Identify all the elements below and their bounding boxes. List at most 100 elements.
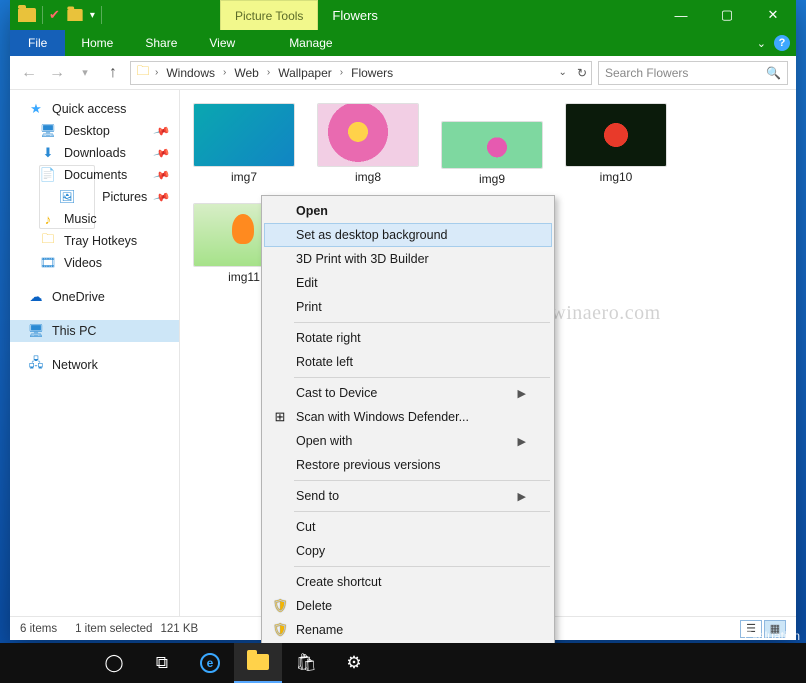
manage-tab[interactable]: Manage	[273, 30, 348, 56]
sidebar-item-pictures[interactable]: 🖼Pictures📌	[10, 186, 179, 208]
sidebar-label: OneDrive	[52, 290, 105, 304]
ctx-create-shortcut[interactable]: Create shortcut	[264, 570, 552, 594]
ctx-rename[interactable]: 🛡Rename	[264, 618, 552, 642]
ctx-copy[interactable]: Copy	[264, 539, 552, 563]
sidebar-quick-access[interactable]: ★Quick access	[10, 98, 179, 120]
file-item[interactable]: img8	[314, 104, 422, 186]
address-actions: ⌄ ↻	[559, 66, 587, 80]
file-tab[interactable]: File	[10, 30, 65, 56]
thumbnail-img9	[442, 122, 542, 168]
ctx-edit[interactable]: Edit	[264, 271, 552, 295]
file-item[interactable]: img7	[190, 104, 298, 186]
explorer-taskbar-button[interactable]	[234, 643, 282, 683]
ctx-rotate-right[interactable]: Rotate right	[264, 326, 552, 350]
sidebar-item-music[interactable]: ♪Music	[10, 208, 179, 230]
sidebar-item-videos[interactable]: 🎞Videos	[10, 252, 179, 274]
pin-icon: 📌	[153, 188, 171, 206]
breadcrumb-segment[interactable]: Windows	[162, 66, 219, 80]
ctx-delete[interactable]: 🛡Delete	[264, 594, 552, 618]
sidebar-item-tray-hotkeys[interactable]: 🗀 Tray Hotkeys	[10, 230, 179, 252]
task-view-button[interactable]: ⧉	[138, 643, 186, 683]
back-button[interactable]: ←	[18, 64, 40, 82]
desktop-icon: 🖥	[40, 123, 56, 139]
thumbnail-img8	[318, 104, 418, 166]
chevron-right-icon[interactable]: ›	[153, 67, 160, 78]
search-placeholder: Search Flowers	[605, 66, 688, 80]
ctx-label: Delete	[296, 599, 332, 613]
ctx-set-desktop-background[interactable]: Set as desktop background	[264, 223, 552, 247]
ctx-open-with[interactable]: Open with▶	[264, 429, 552, 453]
cortana-button[interactable]: ◯	[90, 643, 138, 683]
ctx-label: Copy	[296, 544, 325, 558]
network-icon: 🖧	[28, 357, 44, 373]
ctx-label: Rotate right	[296, 331, 361, 345]
videos-icon: 🎞	[40, 255, 56, 271]
edge-icon: e	[200, 653, 220, 673]
expand-ribbon-icon[interactable]: ⌄	[757, 37, 766, 50]
ctx-label: Rotate left	[296, 355, 353, 369]
address-bar[interactable]: 🗀 › Windows › Web › Wallpaper › Flowers …	[130, 61, 592, 85]
close-button[interactable]: ✕	[750, 0, 796, 30]
ctx-send-to[interactable]: Send to▶	[264, 484, 552, 508]
onedrive-icon: ☁	[28, 289, 44, 305]
qat-dropdown-icon[interactable]: ▾	[90, 10, 95, 21]
refresh-icon[interactable]: ↻	[577, 66, 587, 80]
thumbnail-img7	[194, 104, 294, 166]
sidebar-onedrive[interactable]: ☁ OneDrive	[10, 286, 179, 308]
chevron-right-icon[interactable]: ›	[265, 67, 272, 78]
chevron-right-icon[interactable]: ›	[221, 67, 228, 78]
ctx-cut[interactable]: Cut	[264, 515, 552, 539]
ctx-cast-to-device[interactable]: Cast to Device▶	[264, 381, 552, 405]
settings-button[interactable]: ⚙	[330, 643, 378, 683]
pin-icon: 📌	[153, 144, 171, 162]
separator	[294, 511, 550, 512]
sidebar-network[interactable]: 🖧Network	[10, 354, 179, 376]
edge-button[interactable]: e	[186, 643, 234, 683]
home-tab[interactable]: Home	[65, 30, 129, 56]
ctx-scan-defender[interactable]: ⊞Scan with Windows Defender...	[264, 405, 552, 429]
ctx-rotate-left[interactable]: Rotate left	[264, 350, 552, 374]
ctx-print[interactable]: Print	[264, 295, 552, 319]
chevron-right-icon[interactable]: ›	[338, 67, 345, 78]
ctx-label: Cast to Device	[296, 386, 377, 400]
view-tab[interactable]: View	[193, 30, 251, 56]
sidebar-label: Tray Hotkeys	[64, 234, 137, 248]
recent-locations-icon[interactable]: ▾	[74, 66, 96, 79]
share-tab[interactable]: Share	[129, 30, 193, 56]
breadcrumb-segment[interactable]: Wallpaper	[274, 66, 336, 80]
separator	[294, 322, 550, 323]
up-button[interactable]: ↑	[102, 64, 124, 82]
search-input[interactable]: Search Flowers 🔍	[598, 61, 788, 85]
folder-icon: 🗀	[135, 65, 151, 81]
file-label: img10	[600, 170, 633, 184]
breadcrumb-segment[interactable]: Flowers	[347, 66, 397, 80]
maximize-button[interactable]: ▢	[704, 0, 750, 30]
sidebar-this-pc[interactable]: 🖥This PC	[10, 320, 179, 342]
folder-icon	[247, 654, 269, 670]
ctx-open[interactable]: Open	[264, 199, 552, 223]
star-icon: ★	[28, 101, 44, 117]
file-item[interactable]: img10	[562, 104, 670, 186]
file-label: img8	[355, 170, 381, 184]
sidebar-item-documents[interactable]: 📄Documents📌	[10, 164, 179, 186]
sidebar-item-desktop[interactable]: 🖥Desktop📌	[10, 120, 179, 142]
file-label: img7	[231, 170, 257, 184]
properties-icon[interactable]: ✔	[49, 7, 60, 23]
ctx-3d-print[interactable]: 3D Print with 3D Builder	[264, 247, 552, 271]
picture-tools-tab[interactable]: Picture Tools	[220, 0, 318, 30]
ctx-restore-versions[interactable]: Restore previous versions	[264, 453, 552, 477]
separator	[294, 377, 550, 378]
breadcrumb-segment[interactable]: Web	[230, 66, 262, 80]
minimize-button[interactable]: —	[658, 0, 704, 30]
file-label: img11	[228, 270, 260, 284]
new-folder-icon[interactable]	[67, 9, 82, 21]
file-item[interactable]: img9	[438, 122, 546, 186]
folder-icon: 🗀	[40, 233, 56, 249]
evaluation-watermark: Evaluation	[744, 629, 800, 643]
file-label: img9	[479, 172, 505, 186]
help-icon[interactable]: ?	[774, 35, 790, 51]
store-button[interactable]: 🛍	[282, 643, 330, 683]
locations-dropdown-icon[interactable]: ⌄	[559, 67, 567, 78]
sidebar-item-downloads[interactable]: ⬇Downloads📌	[10, 142, 179, 164]
ctx-label: Set as desktop background	[296, 228, 448, 242]
